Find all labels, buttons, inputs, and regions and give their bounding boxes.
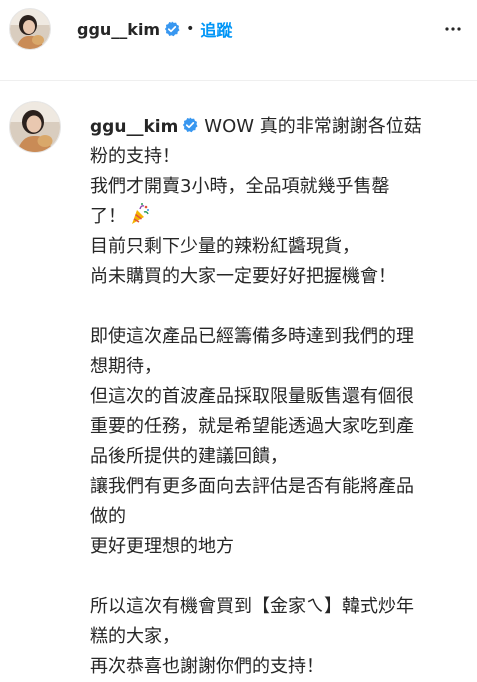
caption-line: 讓我們有更多面向去評估是否有能將產品	[90, 476, 414, 497]
caption-first-line: ggu__kim WOW 真的非常謝謝各位菇	[90, 112, 469, 142]
profile-avatar[interactable]	[9, 8, 51, 50]
more-horizontal-icon	[445, 27, 461, 31]
caption-line: 所以這次有機會買到【金家ㄟ】韓式炒年	[90, 596, 414, 617]
verified-badge-icon	[182, 117, 198, 133]
caption-line: 尚未購買的大家一定要好好把握機會！	[90, 266, 396, 287]
caption-line: 想期待，	[90, 356, 162, 377]
caption-line: 但這次的首波產品採取限量販售還有個很	[90, 386, 414, 407]
caption-line: 粉的支持！	[90, 146, 180, 167]
party-popper-icon	[130, 202, 150, 226]
caption-username[interactable]: ggu__kim	[90, 117, 178, 137]
caption-line: 目前只剩下少量的辣粉紅醬現貨，	[90, 236, 360, 257]
avatar-photo	[10, 9, 50, 49]
caption-line-text: 了！	[90, 206, 126, 227]
verified-badge-icon	[164, 21, 180, 37]
caption-line: 我們才開賣3小時，全品項就幾乎售罄	[90, 176, 390, 197]
caption-line: 品後所提供的建議回饋，	[90, 446, 288, 467]
caption-line: 糕的大家，	[90, 626, 180, 647]
caption-line: 即使這次產品已經籌備多時達到我們的理	[90, 326, 414, 347]
follow-button[interactable]: 追蹤	[200, 17, 232, 41]
header-username[interactable]: ggu__kim	[77, 20, 160, 39]
caption-line: WOW 真的非常謝謝各位菇	[204, 116, 422, 137]
post-caption: ggu__kim WOW 真的非常謝謝各位菇 粉的支持！ 我們才開賣3小時，全品…	[9, 101, 469, 682]
caption-line: 再次恭喜也謝謝你們的支持！	[90, 656, 324, 677]
more-options-button[interactable]	[441, 17, 465, 41]
caption-line: 重要的任務，就是希望能透過大家吃到產	[90, 416, 414, 437]
post-header: ggu__kim • 追蹤	[0, 0, 477, 58]
header-divider	[0, 80, 477, 81]
separator-dot: •	[186, 21, 195, 37]
avatar-photo	[10, 102, 60, 152]
caption-line: 更好更理想的地方	[90, 536, 234, 557]
caption-text: ggu__kim WOW 真的非常謝謝各位菇 粉的支持！ 我們才開賣3小時，全品…	[90, 112, 469, 682]
caption-line: 做的	[90, 506, 126, 527]
caption-line: 了！	[90, 202, 469, 232]
caption-avatar[interactable]	[9, 101, 61, 153]
